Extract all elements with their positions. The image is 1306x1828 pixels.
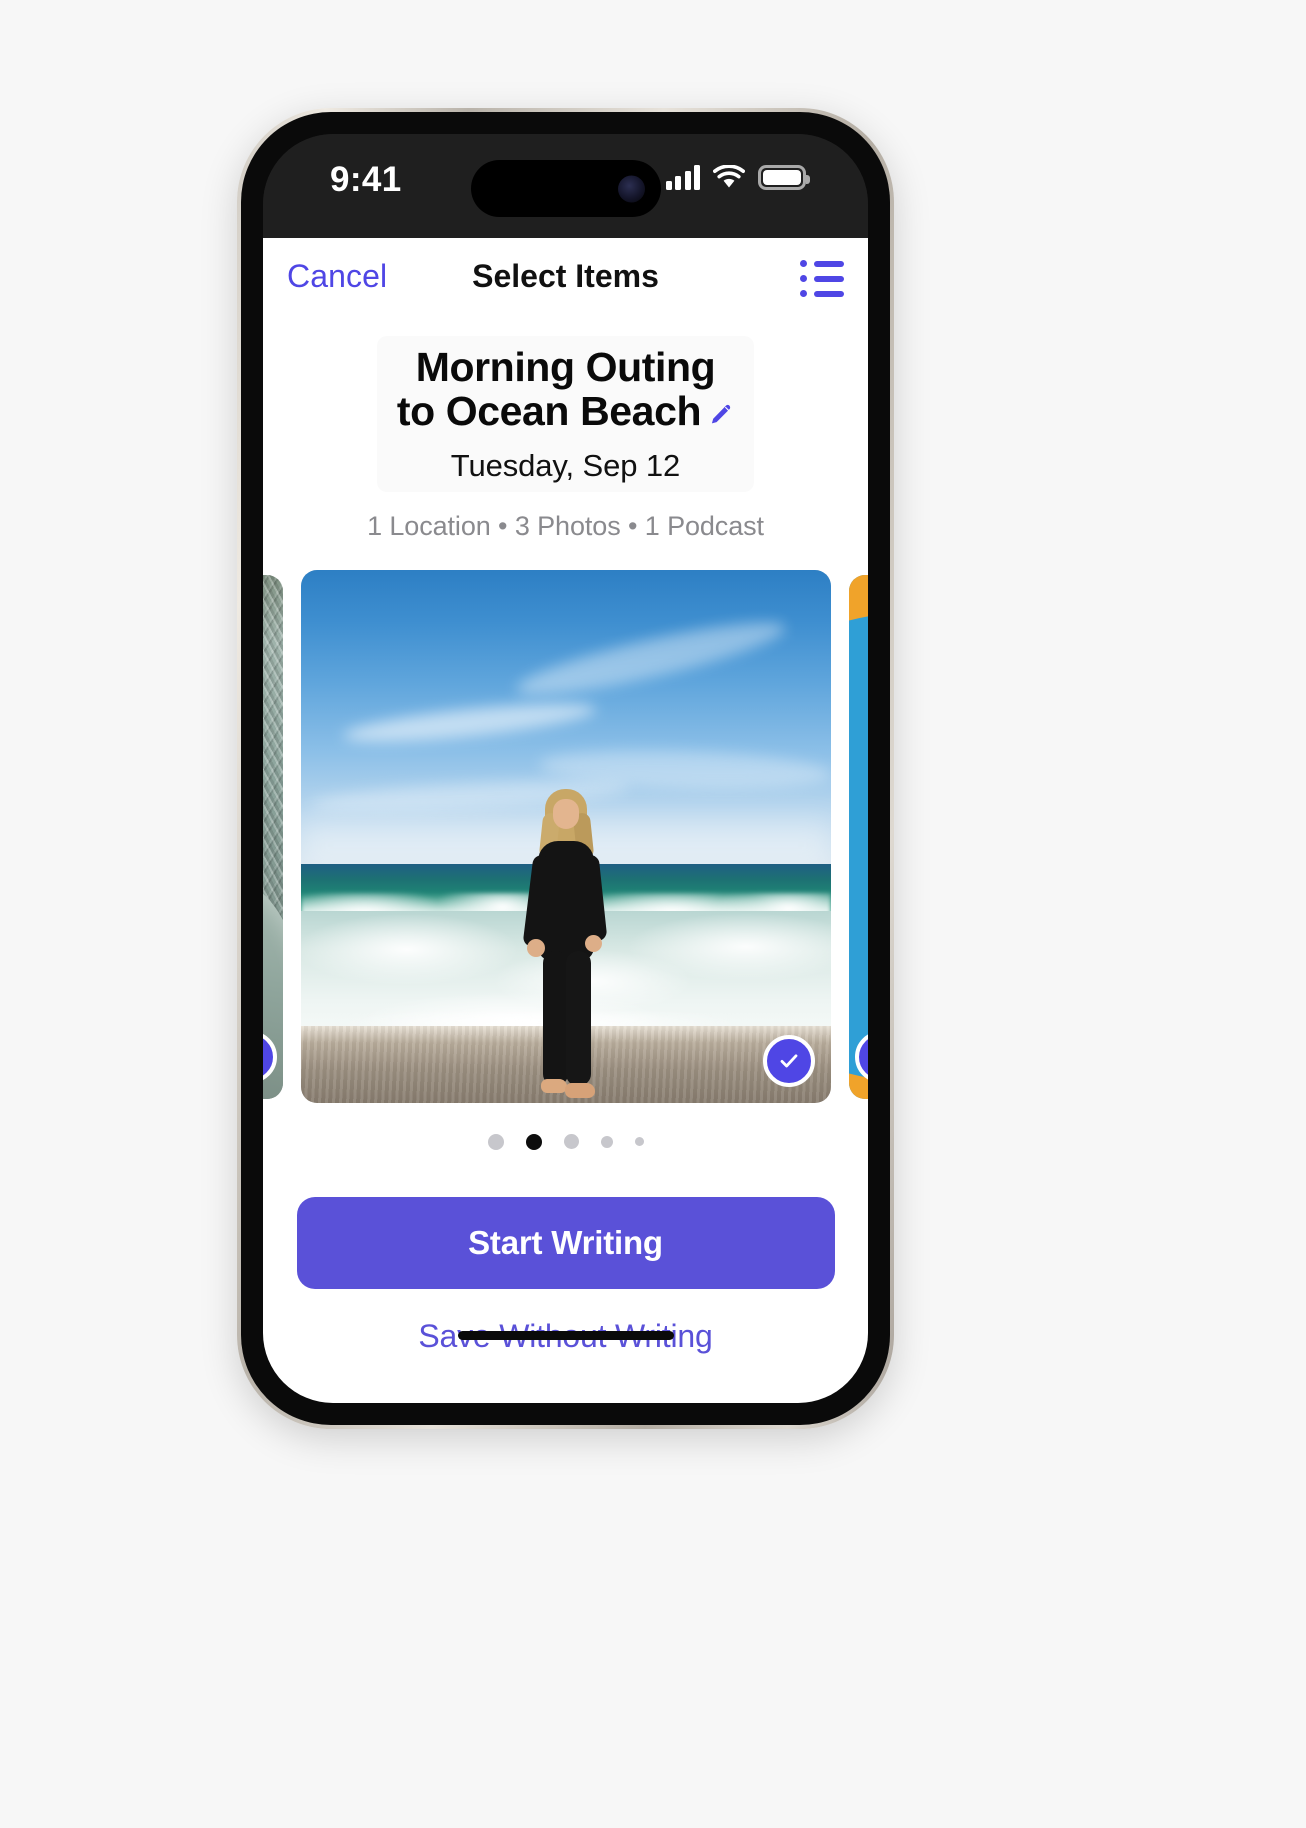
page-dot-2[interactable] [525, 1133, 542, 1150]
footer-actions: Start Writing Save Without Writing [263, 1197, 868, 1355]
dynamic-island [470, 160, 661, 217]
page-title: Select Items [472, 258, 659, 294]
photo-beach-runner [300, 570, 831, 1104]
entry-title-line-2: to Ocean Beach [396, 387, 702, 434]
status-bar: 9:41 [263, 134, 868, 238]
phone-screen: 9:41 Cancel Select Items Morning Outing … [263, 134, 868, 1403]
carousel-item-beach-runner[interactable] [300, 570, 831, 1104]
runner-figure [521, 788, 609, 1103]
phone-device-frame: 9:41 Cancel Select Items Morning Outing … [237, 108, 894, 1429]
entry-title: Morning Outing to Ocean Beach [396, 344, 734, 437]
entry-meta-summary: 1 Location • 3 Photos • 1 Podcast [367, 510, 764, 541]
status-bar-icons [665, 164, 810, 190]
entry-title-field[interactable]: Morning Outing to Ocean Beach Tuesday, S… [376, 336, 755, 492]
start-writing-button[interactable]: Start Writing [296, 1197, 835, 1289]
entry-title-line-1: Morning Outing [415, 344, 716, 390]
photo-knit-textile [263, 574, 283, 1099]
battery-icon [758, 165, 810, 190]
navigation-bar: Cancel Select Items [263, 238, 868, 324]
status-bar-clock: 9:41 [330, 160, 402, 199]
page-dot-1[interactable] [487, 1133, 504, 1150]
carousel-item-knit-textile[interactable] [263, 574, 283, 1099]
pencil-icon[interactable] [708, 393, 734, 437]
phone-bezel: 9:41 Cancel Select Items Morning Outing … [241, 112, 890, 1425]
page-dot-5[interactable] [634, 1137, 644, 1147]
screenshot-root: 9:41 Cancel Select Items Morning Outing … [0, 0, 1306, 1828]
page-dot-4[interactable] [600, 1135, 613, 1148]
podcast-artwork [848, 574, 868, 1099]
app-content: Cancel Select Items Morning Outing to Oc… [263, 238, 868, 1403]
carousel-item-podcast[interactable] [848, 574, 868, 1099]
carousel-page-dots[interactable] [263, 1133, 868, 1150]
items-carousel[interactable] [263, 570, 868, 1104]
page-dot-3[interactable] [563, 1134, 579, 1150]
entry-date: Tuesday, Sep 12 [450, 447, 681, 483]
cellular-bars-icon [665, 165, 700, 190]
wifi-icon [713, 164, 745, 190]
home-indicator[interactable] [457, 1331, 674, 1340]
bulleted-list-icon[interactable] [800, 260, 844, 297]
checkmark-circle-icon[interactable] [762, 1035, 815, 1088]
entry-header: Morning Outing to Ocean Beach Tuesday, S… [263, 324, 868, 542]
cancel-button[interactable]: Cancel [287, 258, 387, 295]
